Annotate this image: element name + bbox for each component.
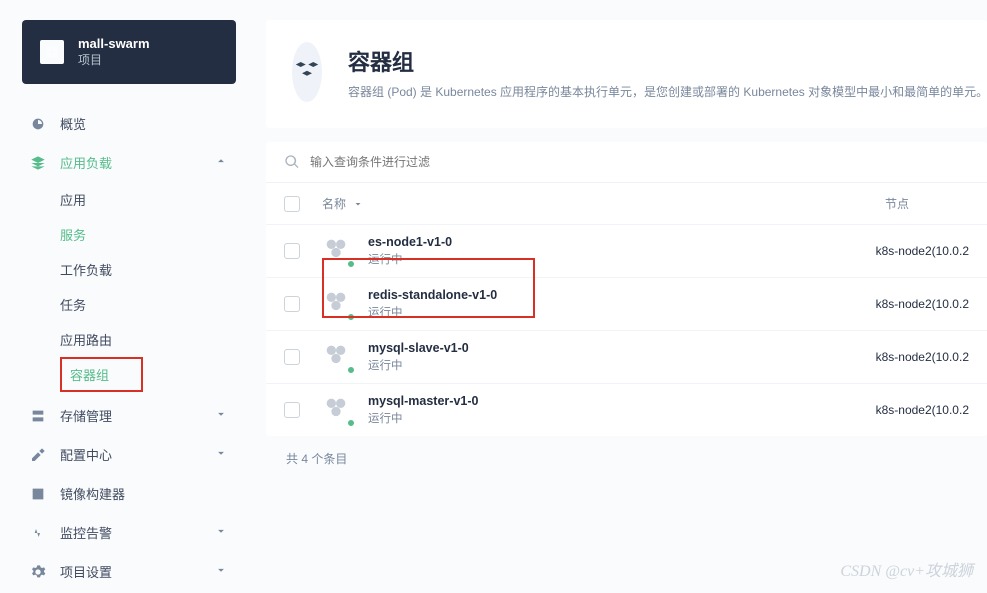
sidebar-item-workload[interactable]: 应用负载 — [22, 143, 236, 182]
sidebar-label-workload: 应用负载 — [60, 153, 112, 172]
sidebar-item-config[interactable]: 配置中心 — [22, 435, 236, 474]
sidebar-label-settings: 项目设置 — [60, 562, 112, 581]
row-checkbox[interactable] — [284, 402, 300, 418]
table-row[interactable]: es-node1-v1-0 运行中 k8s-node2(10.0.2 — [266, 224, 987, 277]
pods-icon — [292, 42, 322, 102]
row-checkbox[interactable] — [284, 349, 300, 365]
pod-icon — [322, 288, 354, 320]
pod-node: k8s-node2(10.0.2 — [876, 244, 969, 258]
sidebar-item-monitor[interactable]: 监控告警 — [22, 513, 236, 552]
pod-status: 运行中 — [368, 304, 497, 320]
pod-name[interactable]: mysql-slave-v1-0 — [368, 341, 469, 355]
chevron-down-icon — [214, 563, 228, 580]
search-bar — [266, 142, 987, 183]
pod-icon — [322, 235, 354, 267]
sidebar-item-overview[interactable]: 概览 — [22, 104, 236, 143]
sidebar-label-storage: 存储管理 — [60, 406, 112, 425]
status-dot-icon — [346, 259, 356, 269]
sidebar-label-overview: 概览 — [60, 114, 86, 133]
status-dot-icon — [346, 418, 356, 428]
table-header: 名称 节点 — [266, 183, 987, 224]
sidebar: mall-swarm 项目 概览 应用负载 应用 服务 工作负载 任务 应用路由… — [0, 0, 248, 593]
chevron-up-icon — [214, 154, 228, 171]
sidebar-sub-service[interactable]: 服务 — [60, 217, 236, 252]
chevron-down-icon — [214, 446, 228, 463]
column-name[interactable]: 名称 — [322, 195, 364, 212]
sidebar-sub-app[interactable]: 应用 — [60, 182, 236, 217]
gear-icon — [30, 564, 46, 580]
search-input[interactable] — [310, 155, 969, 169]
sidebar-label-monitor: 监控告警 — [60, 523, 112, 542]
table-row[interactable]: mysql-master-v1-0 运行中 k8s-node2(10.0.2 — [266, 383, 987, 436]
layers-icon — [30, 155, 46, 171]
select-all-checkbox[interactable] — [284, 196, 300, 212]
page-title: 容器组 — [348, 45, 987, 77]
status-dot-icon — [346, 365, 356, 375]
sidebar-sub-pods[interactable]: 容器组 — [60, 357, 143, 392]
pod-node: k8s-node2(10.0.2 — [876, 403, 969, 417]
pod-icon — [322, 394, 354, 426]
row-checkbox[interactable] — [284, 243, 300, 259]
pod-name[interactable]: redis-standalone-v1-0 — [368, 288, 497, 302]
project-name: mall-swarm — [78, 36, 150, 51]
sidebar-item-storage[interactable]: 存储管理 — [22, 396, 236, 435]
table-row[interactable]: mysql-slave-v1-0 运行中 k8s-node2(10.0.2 — [266, 330, 987, 383]
project-icon — [40, 40, 64, 64]
project-sub: 项目 — [78, 51, 150, 68]
chevron-down-icon — [214, 407, 228, 424]
sidebar-label-image: 镜像构建器 — [60, 484, 125, 503]
page-header: 容器组 容器组 (Pod) 是 Kubernetes 应用程序的基本执行单元，是… — [266, 20, 987, 128]
pod-status: 运行中 — [368, 357, 469, 373]
chevron-down-icon — [214, 524, 228, 541]
image-icon — [30, 486, 46, 502]
page-description: 容器组 (Pod) 是 Kubernetes 应用程序的基本执行单元，是您创建或… — [348, 83, 987, 100]
row-checkbox[interactable] — [284, 296, 300, 312]
pod-node: k8s-node2(10.0.2 — [876, 297, 969, 311]
status-dot-icon — [346, 312, 356, 322]
storage-icon — [30, 408, 46, 424]
pod-node: k8s-node2(10.0.2 — [876, 350, 969, 364]
hammer-icon — [30, 447, 46, 463]
pod-icon — [322, 341, 354, 373]
sidebar-item-image[interactable]: 镜像构建器 — [22, 474, 236, 513]
sidebar-item-settings[interactable]: 项目设置 — [22, 552, 236, 591]
pod-name[interactable]: mysql-master-v1-0 — [368, 394, 478, 408]
footer-count: 共 4 个条目 — [266, 436, 987, 481]
sidebar-sub-route[interactable]: 应用路由 — [60, 322, 236, 357]
pod-status: 运行中 — [368, 251, 452, 267]
search-icon — [284, 154, 300, 170]
pod-name[interactable]: es-node1-v1-0 — [368, 235, 452, 249]
pod-status: 运行中 — [368, 410, 478, 426]
table-row[interactable]: redis-standalone-v1-0 运行中 k8s-node2(10.0… — [266, 277, 987, 330]
watermark: CSDN @cv+攻城狮 — [840, 557, 973, 581]
column-node[interactable]: 节点 — [885, 195, 909, 212]
project-card[interactable]: mall-swarm 项目 — [22, 20, 236, 84]
sidebar-label-config: 配置中心 — [60, 445, 112, 464]
monitor-icon — [30, 525, 46, 541]
sort-icon — [352, 198, 364, 210]
content-card: 名称 节点 es-node1-v1-0 运行中 k8s-node2(10.0.2… — [266, 142, 987, 436]
dashboard-icon — [30, 116, 46, 132]
sidebar-sub-workload[interactable]: 工作负载 — [60, 252, 236, 287]
sidebar-sub-task[interactable]: 任务 — [60, 287, 236, 322]
main-content: 容器组 容器组 (Pod) 是 Kubernetes 应用程序的基本执行单元，是… — [248, 0, 987, 593]
sidebar-subnav-workload: 应用 服务 工作负载 任务 应用路由 容器组 — [22, 182, 236, 396]
